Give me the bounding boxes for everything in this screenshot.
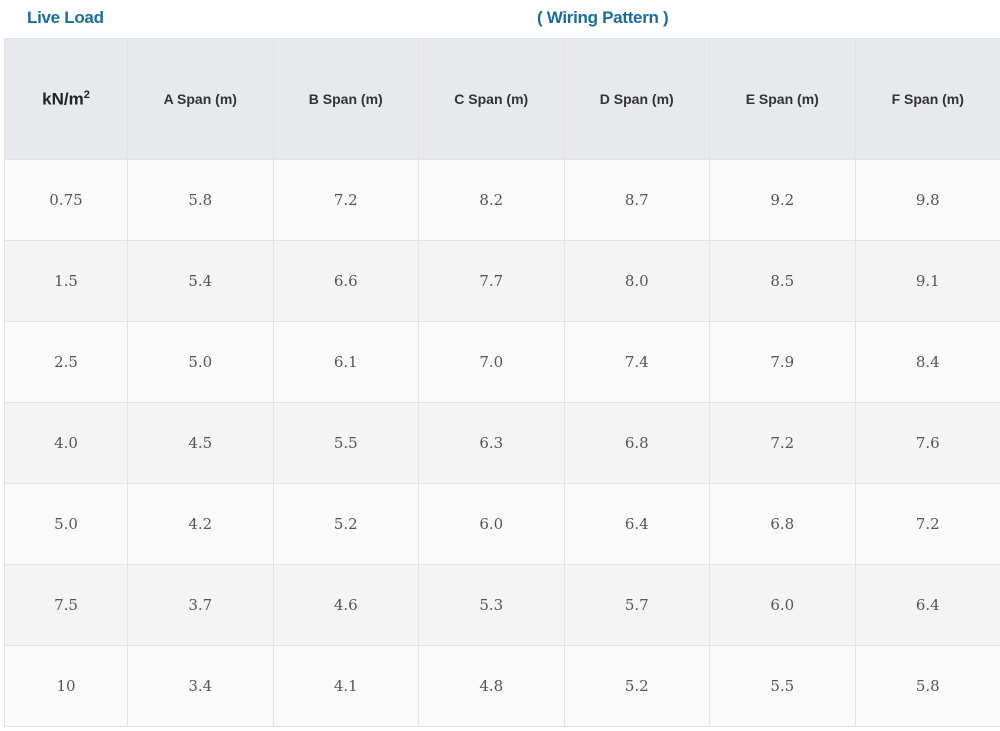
span-cell: 7.2 — [272, 159, 419, 241]
span-cell: 7.6 — [854, 402, 1000, 484]
span-cell: 7.4 — [563, 321, 710, 403]
unit-header: kN/m2 — [4, 38, 128, 160]
span-cell: 6.0 — [418, 483, 565, 565]
load-cell: 2.5 — [4, 321, 128, 403]
span-table: kN/m2 A Span (m) B Span (m) C Span (m) D… — [4, 38, 1000, 727]
span-cell: 3.4 — [127, 645, 274, 727]
span-cell: 5.5 — [272, 402, 419, 484]
load-cell: 4.0 — [4, 402, 128, 484]
span-cell: 5.3 — [418, 564, 565, 646]
span-cell: 9.8 — [854, 159, 1000, 241]
span-cell: 4.6 — [272, 564, 419, 646]
span-cell: 8.0 — [563, 240, 710, 322]
span-cell: 5.2 — [563, 645, 710, 727]
span-cell: 7.0 — [418, 321, 565, 403]
table-body: 0.75 5.8 7.2 8.2 8.7 9.2 9.8 1.5 5.4 6.6… — [4, 159, 1000, 727]
span-cell: 6.3 — [418, 402, 565, 484]
column-header: B Span (m) — [272, 38, 419, 160]
span-cell: 7.2 — [709, 402, 856, 484]
load-cell: 1.5 — [4, 240, 128, 322]
span-cell: 6.1 — [272, 321, 419, 403]
column-header: D Span (m) — [563, 38, 710, 160]
table-row: 7.5 3.7 4.6 5.3 5.7 6.0 6.4 — [4, 564, 1000, 646]
span-cell: 3.7 — [127, 564, 274, 646]
span-cell: 8.5 — [709, 240, 856, 322]
span-cell: 6.8 — [563, 402, 710, 484]
column-header: F Span (m) — [854, 38, 1000, 160]
span-cell: 6.4 — [854, 564, 1000, 646]
title-row: Live Load ( Wiring Pattern ) — [0, 0, 1000, 38]
table-row: 10 3.4 4.1 4.8 5.2 5.5 5.8 — [4, 645, 1000, 727]
span-cell: 7.2 — [854, 483, 1000, 565]
span-cell: 6.6 — [272, 240, 419, 322]
load-cell: 10 — [4, 645, 128, 727]
table-row: 1.5 5.4 6.6 7.7 8.0 8.5 9.1 — [4, 240, 1000, 322]
span-cell: 8.4 — [854, 321, 1000, 403]
table-row: 2.5 5.0 6.1 7.0 7.4 7.9 8.4 — [4, 321, 1000, 403]
span-cell: 5.8 — [854, 645, 1000, 727]
wiring-pattern-label: ( Wiring Pattern ) — [537, 8, 669, 27]
column-header: A Span (m) — [127, 38, 274, 160]
span-cell: 5.4 — [127, 240, 274, 322]
span-cell: 4.5 — [127, 402, 274, 484]
header-row: kN/m2 A Span (m) B Span (m) C Span (m) D… — [4, 38, 1000, 160]
column-header: C Span (m) — [418, 38, 565, 160]
span-cell: 8.2 — [418, 159, 565, 241]
span-cell: 5.2 — [272, 483, 419, 565]
column-header: E Span (m) — [709, 38, 856, 160]
span-cell: 6.4 — [563, 483, 710, 565]
unit-base: kN/m — [42, 89, 84, 109]
span-cell: 5.0 — [127, 321, 274, 403]
span-cell: 4.2 — [127, 483, 274, 565]
table-row: 0.75 5.8 7.2 8.2 8.7 9.2 9.8 — [4, 159, 1000, 241]
span-cell: 5.8 — [127, 159, 274, 241]
span-cell: 4.1 — [272, 645, 419, 727]
table-header: kN/m2 A Span (m) B Span (m) C Span (m) D… — [4, 38, 1000, 160]
load-cell: 7.5 — [4, 564, 128, 646]
load-cell: 0.75 — [4, 159, 128, 241]
span-cell: 5.5 — [709, 645, 856, 727]
live-load-label: Live Load — [27, 8, 104, 27]
table-row: 5.0 4.2 5.2 6.0 6.4 6.8 7.2 — [4, 483, 1000, 565]
span-cell: 7.7 — [418, 240, 565, 322]
span-cell: 6.0 — [709, 564, 856, 646]
span-cell: 6.8 — [709, 483, 856, 565]
table-row: 4.0 4.5 5.5 6.3 6.8 7.2 7.6 — [4, 402, 1000, 484]
span-cell: 7.9 — [709, 321, 856, 403]
load-cell: 5.0 — [4, 483, 128, 565]
span-cell: 9.1 — [854, 240, 1000, 322]
span-cell: 9.2 — [709, 159, 856, 241]
span-cell: 8.7 — [563, 159, 710, 241]
unit-exponent: 2 — [83, 88, 90, 101]
span-cell: 4.8 — [418, 645, 565, 727]
span-cell: 5.7 — [563, 564, 710, 646]
